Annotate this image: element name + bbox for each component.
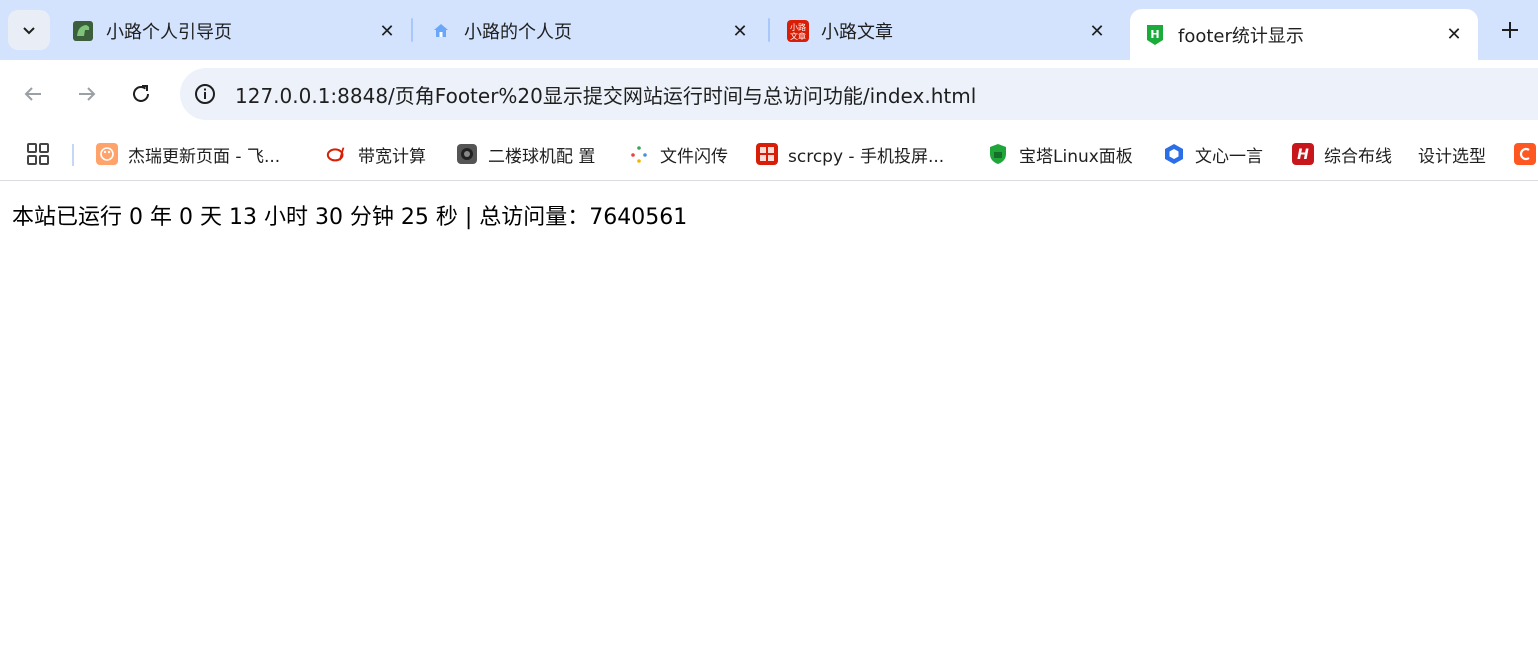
address-bar[interactable]: 127.0.0.1:8848/页角Footer%20显示提交网站运行时间与总访问… <box>180 68 1538 120</box>
red-seal-icon <box>756 143 778 165</box>
tab-title: 小路的个人页 <box>464 22 572 43</box>
bookmark-label: 带宽计算 <box>358 146 426 167</box>
bookmark-item[interactable]: scrcpy - 手机投屏... <box>756 140 944 168</box>
browser-chrome: 小路个人引导页 ✕ 小路的个人页 ✕ 小路文章 小路文章 ✕ H footer <box>0 0 1538 60</box>
dinosaur-icon <box>72 20 94 42</box>
bookmark-item[interactable]: H 综合布线 <box>1292 140 1392 168</box>
page-content: 本站已运行 0 年 0 天 13 小时 30 分钟 25 秒 | 总访问量：76… <box>0 181 1538 249</box>
sparkle-icon <box>628 143 650 165</box>
site-runtime-footer: 本站已运行 0 年 0 天 13 小时 30 分钟 25 秒 | 总访问量：76… <box>12 205 688 230</box>
close-icon[interactable]: ✕ <box>377 21 397 42</box>
bookmark-item[interactable]: 文件闪传 <box>628 140 728 168</box>
chevron-down-icon <box>23 27 35 35</box>
orange-c-icon <box>1514 143 1536 165</box>
bookmark-item[interactable] <box>1514 140 1538 168</box>
h-logo-icon: H <box>1292 143 1314 165</box>
palette-icon <box>96 143 118 165</box>
forward-button[interactable] <box>69 76 105 112</box>
tab-separator <box>768 18 770 42</box>
plus-icon <box>1502 22 1518 38</box>
ai-logo-icon <box>326 143 348 165</box>
svg-text:小路: 小路 <box>790 22 806 32</box>
reload-icon <box>133 85 149 102</box>
home-icon <box>430 20 452 42</box>
bookmark-item[interactable]: 宝塔Linux面板 <box>987 140 1133 168</box>
svg-text:H: H <box>1150 28 1159 41</box>
tab-strip: 小路个人引导页 ✕ 小路的个人页 ✕ 小路文章 小路文章 ✕ H footer <box>0 0 1538 60</box>
arrow-right-icon <box>79 87 96 101</box>
close-icon[interactable]: ✕ <box>730 21 750 42</box>
red-badge-icon: 小路 文章 <box>787 20 809 42</box>
apps-grid-icon[interactable] <box>26 142 50 166</box>
hbuilder-icon: H <box>1144 24 1166 46</box>
bookmark-item[interactable]: 设计选型 <box>1418 140 1486 168</box>
site-info-icon[interactable] <box>192 81 218 107</box>
svg-text:文章: 文章 <box>790 31 806 41</box>
bookmark-label: 综合布线 <box>1324 146 1392 167</box>
bookmark-label: 文心一言 <box>1195 146 1263 167</box>
bookmark-item[interactable]: 文心一言 <box>1163 140 1263 168</box>
tab-separator <box>411 18 413 42</box>
bookmarks-bar: 杰瑞更新页面 - 飞... 带宽计算 二楼球机配 置 文件闪传 scrcpy -… <box>0 128 1538 181</box>
bookmark-label: 二楼球机配 置 <box>488 146 596 167</box>
back-button[interactable] <box>15 76 51 112</box>
bookmarks-separator <box>72 144 74 166</box>
bookmark-label: 杰瑞更新页面 - 飞... <box>128 146 281 167</box>
bookmark-label: 设计选型 <box>1418 146 1486 167</box>
bookmark-label: 宝塔Linux面板 <box>1019 146 1133 167</box>
arrow-left-icon <box>24 87 41 101</box>
tab-xiaolu-personal[interactable]: 小路的个人页 ✕ <box>430 10 750 52</box>
tab-xiaolu-guide[interactable]: 小路个人引导页 ✕ <box>72 10 397 52</box>
tab-title: 小路个人引导页 <box>106 22 232 43</box>
navigation-toolbar: 127.0.0.1:8848/页角Footer%20显示提交网站运行时间与总访问… <box>0 60 1538 128</box>
close-icon[interactable]: ✕ <box>1087 21 1107 42</box>
bookmark-item[interactable]: 二楼球机配 置 <box>456 140 595 168</box>
bookmark-item[interactable]: 带宽计算 <box>326 140 426 168</box>
bookmark-item[interactable]: 杰瑞更新页面 - 飞... <box>96 140 280 168</box>
tab-footer-stats[interactable]: H footer统计显示 ✕ <box>1130 9 1478 60</box>
shield-icon <box>987 143 1009 165</box>
camera-icon <box>456 143 478 165</box>
url-text[interactable]: 127.0.0.1:8848/页角Footer%20显示提交网站运行时间与总访问… <box>235 80 976 109</box>
svg-text:H: H <box>1297 147 1309 162</box>
bookmark-label: 文件闪传 <box>660 146 728 167</box>
tab-search-button[interactable] <box>8 10 50 50</box>
close-icon[interactable]: ✕ <box>1444 24 1464 45</box>
hexagon-icon <box>1163 143 1185 165</box>
tab-xiaolu-articles[interactable]: 小路 文章 小路文章 ✕ <box>787 10 1107 52</box>
tab-title: footer统计显示 <box>1178 25 1304 47</box>
new-tab-button[interactable] <box>1494 14 1526 46</box>
reload-button[interactable] <box>123 76 159 112</box>
bookmark-label: scrcpy - 手机投屏... <box>788 146 945 167</box>
tab-title: 小路文章 <box>821 22 893 43</box>
